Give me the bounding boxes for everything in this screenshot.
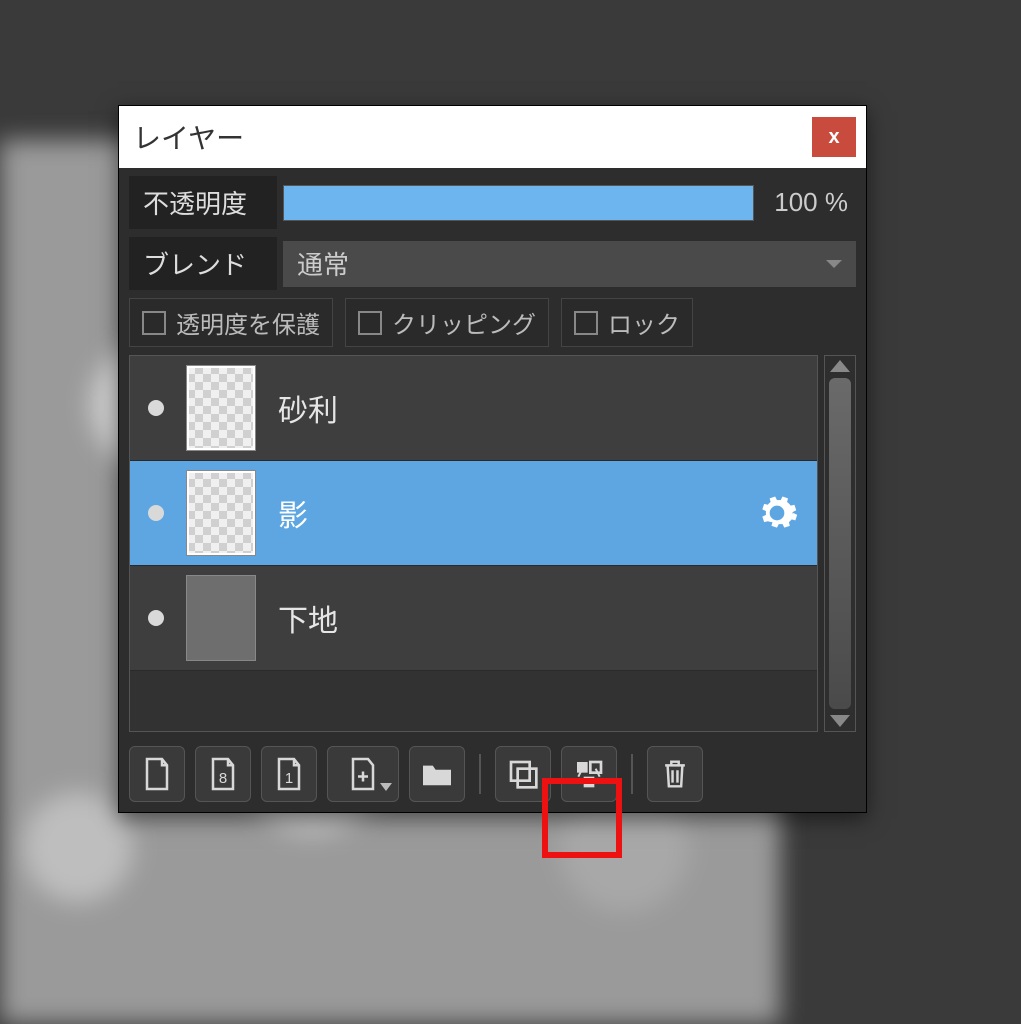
visibility-toggle[interactable] bbox=[148, 400, 164, 416]
scroll-thumb[interactable] bbox=[829, 378, 851, 709]
protect-alpha-label: 透明度を保護 bbox=[176, 305, 320, 340]
blend-mode-value: 通常 bbox=[297, 245, 349, 282]
opacity-label: 不透明度 bbox=[129, 176, 277, 229]
lock-label: ロック bbox=[608, 305, 680, 340]
new-layer-8-button[interactable]: 8 bbox=[195, 746, 251, 802]
close-button[interactable]: x bbox=[812, 117, 856, 157]
svg-text:1: 1 bbox=[285, 770, 293, 787]
panel-title: レイヤー bbox=[133, 117, 244, 157]
visibility-toggle[interactable] bbox=[148, 610, 164, 626]
merge-layer-button[interactable] bbox=[561, 746, 617, 802]
layer-row[interactable]: 砂利 bbox=[130, 356, 817, 461]
checkbox-icon bbox=[142, 311, 166, 335]
gear-icon[interactable] bbox=[755, 491, 799, 535]
duplicate-layer-button[interactable] bbox=[495, 746, 551, 802]
clipping-checkbox[interactable]: クリッピング bbox=[345, 298, 549, 347]
layer-row[interactable]: 影 bbox=[130, 461, 817, 566]
opacity-value: 100 % bbox=[760, 187, 856, 218]
new-layer-button[interactable] bbox=[129, 746, 185, 802]
chevron-down-icon bbox=[826, 260, 842, 268]
layers-toolbar: 8 1 bbox=[129, 732, 856, 802]
clipping-label: クリッピング bbox=[392, 305, 536, 340]
svg-text:8: 8 bbox=[219, 770, 227, 787]
layer-name: 砂利 bbox=[278, 386, 807, 430]
blend-label: ブレンド bbox=[129, 237, 277, 290]
layer-name: 影 bbox=[278, 491, 733, 535]
lock-checkbox[interactable]: ロック bbox=[561, 298, 693, 347]
layer-row[interactable]: 下地 bbox=[130, 566, 817, 671]
add-special-layer-button[interactable] bbox=[327, 746, 399, 802]
opacity-slider[interactable] bbox=[283, 185, 754, 221]
layer-thumbnail[interactable] bbox=[186, 365, 256, 451]
visibility-toggle[interactable] bbox=[148, 505, 164, 521]
panel-titlebar[interactable]: レイヤー x bbox=[119, 106, 866, 168]
layers-panel: レイヤー x 不透明度 100 % ブレンド 通常 透明度を保護 bbox=[118, 105, 867, 813]
layer-thumbnail[interactable] bbox=[186, 470, 256, 556]
protect-alpha-checkbox[interactable]: 透明度を保護 bbox=[129, 298, 333, 347]
new-layer-1-button[interactable]: 1 bbox=[261, 746, 317, 802]
layers-empty-area bbox=[130, 671, 817, 731]
scroll-down-icon[interactable] bbox=[830, 715, 850, 727]
delete-layer-button[interactable] bbox=[647, 746, 703, 802]
toolbar-separator bbox=[631, 754, 633, 794]
scroll-up-icon[interactable] bbox=[830, 360, 850, 372]
close-icon: x bbox=[828, 126, 839, 149]
blend-mode-select[interactable]: 通常 bbox=[283, 241, 856, 287]
new-folder-button[interactable] bbox=[409, 746, 465, 802]
checkbox-icon bbox=[574, 311, 598, 335]
layers-list: 砂利 影 下地 bbox=[129, 355, 818, 732]
chevron-down-icon bbox=[380, 783, 392, 791]
toolbar-separator bbox=[479, 754, 481, 794]
layer-name: 下地 bbox=[278, 596, 807, 640]
layers-scrollbar[interactable] bbox=[824, 355, 856, 732]
checkbox-icon bbox=[358, 311, 382, 335]
layer-thumbnail[interactable] bbox=[186, 575, 256, 661]
